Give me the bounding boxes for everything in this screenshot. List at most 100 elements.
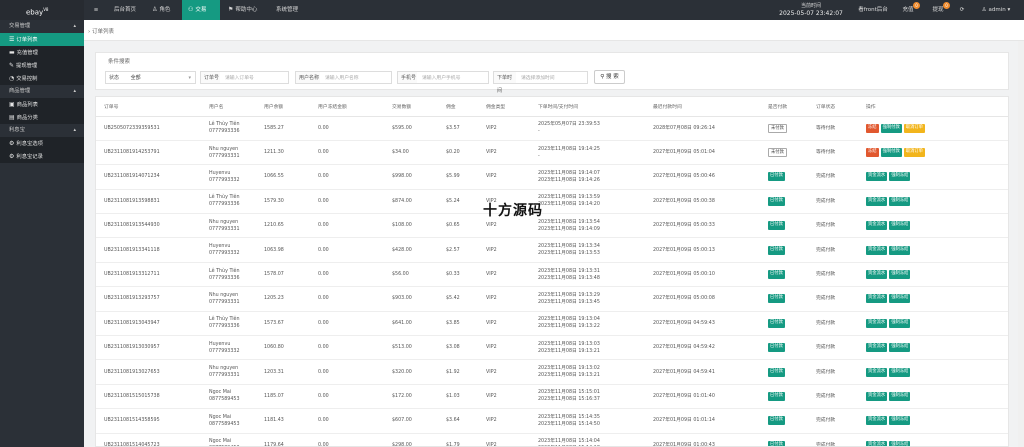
trade-amount: $108.00 [392, 223, 412, 229]
action-button[interactable]: 资金流水 [866, 270, 888, 280]
table-cell: 资金流水 强制冻结 [858, 433, 1008, 446]
action-button[interactable]: 强制冻结 [889, 367, 911, 377]
action-button[interactable]: 强制冻结 [889, 270, 911, 280]
action-button[interactable]: 强制冻结 [889, 318, 911, 328]
column-header: 交易数额 [384, 97, 438, 117]
table-cell: 2027年01月09日 04:59:43 [645, 311, 760, 337]
refresh-button[interactable]: ⟳ [955, 0, 969, 20]
sidebar-item-interest-records[interactable]: ⚙ 利息宝记录 [0, 150, 84, 163]
action-button[interactable]: 冻结 [866, 123, 879, 133]
user-menu[interactable]: ♙ admin ▾ [976, 0, 1016, 20]
action-button[interactable]: 资金流水 [866, 367, 888, 377]
table-cell: UB2311081515015738 [96, 384, 201, 410]
sidebar-item-recharge[interactable]: ▬ 充值管理 [0, 46, 84, 59]
sidebar-item-trade-control[interactable]: ◔ 交易控制 [0, 72, 84, 85]
menu-toggle-button[interactable]: ≡ [84, 0, 108, 20]
status-select[interactable]: 状态 全部 ▾ [105, 71, 196, 84]
action-button[interactable]: 资金流水 [866, 196, 888, 206]
action-button[interactable]: 强制付款 [880, 123, 902, 133]
user-balance: 1579.30 [264, 198, 284, 204]
action-button[interactable]: 强制冻结 [889, 221, 911, 231]
sidebar-item-goods-category[interactable]: ▤ 商品分类 [0, 111, 84, 124]
order-no-input[interactable]: 请输入订单号 [220, 71, 289, 84]
table-row: UB2311081913043947 Lê Thùy Tiên 0777993336… [96, 311, 1008, 337]
sidebar-item-order-list[interactable]: ☰ 订单列表 [0, 33, 84, 46]
action-button[interactable]: 取消订单 [903, 148, 925, 158]
table-cell: 1585.27 [256, 116, 310, 141]
table-cell: 已付款 [760, 335, 808, 361]
action-button[interactable]: 资金流水 [866, 221, 888, 231]
table-cell: 冻结 强制付款 取消订单 [858, 140, 1008, 166]
order-id: UB2311081913544930 [104, 223, 160, 229]
pay-status-badge: 已付款 [768, 221, 785, 231]
sidebar-item-label: 充值管理 [16, 50, 38, 56]
action-button[interactable]: 资金流水 [866, 343, 888, 353]
action-button[interactable]: 资金流水 [866, 294, 888, 304]
action-button[interactable]: 强制冻结 [889, 172, 911, 182]
action-button[interactable]: 强制冻结 [889, 391, 911, 401]
nav-roles[interactable]: ♙ 角色 [146, 0, 176, 20]
order-time-input[interactable]: 请选择添加时间 [516, 71, 588, 84]
scrollbar[interactable] [1018, 41, 1024, 447]
nav-help[interactable]: ⚑ 帮助中心 [222, 0, 263, 20]
brand-logo[interactable]: ebayV8 [0, 0, 84, 20]
action-button[interactable]: 资金流水 [866, 391, 888, 401]
view-backend-link[interactable]: 看front后台 [856, 0, 890, 20]
withdraw-button[interactable]: 提现 0 [926, 0, 950, 20]
commission-type: VIP2 [486, 150, 497, 156]
search-button[interactable]: ⚲ 搜 索 [594, 70, 625, 84]
action-button[interactable]: 强制冻结 [889, 196, 911, 206]
action-button[interactable]: 资金流水 [866, 172, 888, 182]
action-button[interactable]: 资金流水 [866, 416, 888, 426]
table-cell: 资金流水 强制冻结 [858, 213, 1008, 239]
action-button[interactable]: 资金流水 [866, 318, 888, 328]
watermark: 十方源码 [483, 203, 543, 219]
table-cell: 0.00 [310, 262, 384, 288]
action-button[interactable]: 强制冻结 [889, 416, 911, 426]
commission-type: VIP2 [486, 345, 497, 351]
user-name: Nhu nguyen [209, 219, 239, 225]
recharge-button[interactable]: 充值 0 [896, 0, 920, 20]
user-balance: 1585.27 [264, 125, 284, 131]
action-button[interactable]: 强制冻结 [889, 294, 911, 304]
column-header: 用户余额 [256, 97, 310, 117]
current-time-value: 2025-05-07 23:42:07 [779, 10, 843, 17]
action-button[interactable]: 强制冻结 [889, 440, 911, 446]
sidebar-group-interest[interactable]: 利息宝 ▴ [0, 124, 84, 137]
sidebar-item-goods-list[interactable]: ▣ 商品列表 [0, 98, 84, 111]
table-cell: 2023年11月08日 19:13:29 2023年11月08日 19:13:45 [530, 286, 645, 312]
action-button[interactable]: 取消订单 [903, 123, 925, 133]
current-time-label: 当前时间 [800, 3, 821, 9]
pay-time: 2023年11月08日 19:14:09 [538, 226, 600, 232]
table-cell: VIP2 [478, 237, 530, 263]
nav-home[interactable]: 后台首页 [108, 0, 142, 20]
action-button[interactable]: 强制冻结 [889, 343, 911, 353]
action-button[interactable]: 强制付款 [880, 148, 902, 158]
table-cell: UB2311081514358595 [96, 408, 201, 434]
phone-input[interactable]: 请输入用户手机号 [417, 71, 489, 84]
card-icon: ▬ [9, 49, 15, 56]
order-status: 完成付款 [816, 320, 836, 326]
table-cell: 完成付款 [808, 286, 858, 312]
action-button[interactable]: 强制冻结 [889, 245, 911, 255]
table-cell: 已付款 [760, 359, 808, 385]
nav-system[interactable]: 系统管理 [270, 0, 304, 20]
sidebar-group-trade[interactable]: 交易管理 ▴ [0, 20, 84, 33]
action-button[interactable]: 冻结 [866, 148, 879, 158]
user-phone: 0777993332 [209, 251, 240, 257]
table-cell: $513.00 [384, 335, 438, 361]
table-cell: 2025年05月07日 23:39:53- [530, 116, 645, 141]
nav-trade[interactable]: ⚇ 交易 [182, 0, 220, 20]
username-input[interactable]: 请输入用户名称 [320, 71, 392, 84]
search-panel-title: 条件搜索 [108, 59, 131, 65]
order-status: 完成付款 [816, 223, 836, 229]
action-button[interactable]: 资金流水 [866, 245, 888, 255]
sidebar-group-goods[interactable]: 商品管理 ▴ [0, 85, 84, 98]
sidebar-item-interest-options[interactable]: ⚙ 利息宝选项 [0, 137, 84, 150]
table-cell: 2027年01月09日 05:01:04 [645, 140, 760, 166]
chevron-down-icon: ▾ [1007, 7, 1011, 13]
action-button[interactable]: 资金流水 [866, 440, 888, 446]
sidebar-item-withdraw[interactable]: ✎ 提现管理 [0, 59, 84, 72]
order-time: 2023年11月08日 19:13:29 [538, 292, 600, 298]
trade-icon: ⚇ [188, 6, 194, 13]
